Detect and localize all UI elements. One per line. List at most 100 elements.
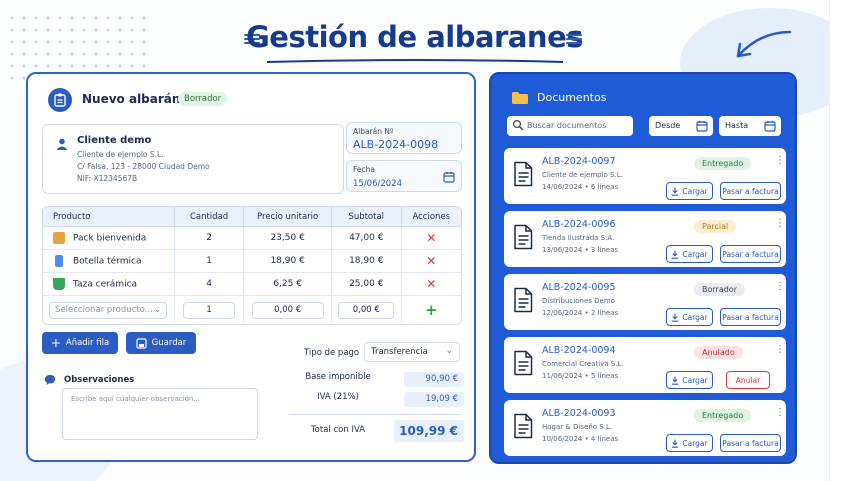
date-from-field[interactable]: Desde (649, 116, 713, 136)
page-scroll-strip (829, 0, 857, 481)
payment-type-select[interactable]: Transferencia ⌄ (364, 342, 460, 362)
load-label: Cargar (682, 375, 708, 385)
add-row-icon[interactable]: + (425, 301, 438, 319)
table-row: Botella térmica 1 18,90 € 18,90 € ✕ (43, 250, 461, 273)
document-client: Comercial Creativa S.L. (542, 360, 624, 368)
albaran-number-label: Albarán Nº (353, 127, 394, 136)
document-card[interactable]: ALB-2024-0095 Distribuciones Demo 12/06/20… (504, 274, 786, 330)
action-label: Anular (735, 375, 761, 385)
client-name: Cliente demo (77, 135, 152, 146)
quantity-input[interactable]: 1 (183, 301, 236, 319)
client-company: Cliente de ejemplo S.L. (77, 150, 164, 159)
delete-row-icon[interactable]: ✕ (426, 277, 436, 291)
document-card[interactable]: ALB-2024-0097 Cliente de ejemplo S.L. 14/0… (504, 148, 786, 204)
page-title: Gestión de albaranes (245, 20, 584, 54)
action-label: Pasar a factura (722, 438, 779, 448)
plus-icon: + (50, 336, 61, 350)
status-badge: Borrador (694, 283, 745, 296)
download-icon (672, 250, 679, 259)
new-albaran-card: Nuevo albarán Borrador Cliente demo Clie… (26, 72, 476, 462)
albaran-number-field[interactable]: Albarán Nº ALB-2024-0098 (346, 122, 462, 154)
subtotal-cell: 25,00 € (331, 273, 402, 296)
document-icon (514, 413, 533, 439)
table-row: Taza cerámica 4 6,25 € 25,00 € ✕ (43, 273, 461, 296)
invoice-button[interactable]: Pasar a factura (720, 182, 781, 200)
col-header-unit-price: Precio unitario (244, 207, 332, 227)
cancel-button[interactable]: Anular (726, 371, 770, 389)
save-button[interactable]: Guardar (126, 332, 196, 354)
document-card[interactable]: ALB-2024-0096 Tienda Ilustrada S.A. 13/06/… (504, 211, 786, 267)
status-badge: Parcial (694, 220, 737, 233)
base-label: Base imponible (305, 372, 371, 382)
date-value: 15/06/2024 (353, 179, 402, 189)
client-selector[interactable]: Cliente demo Cliente de ejemplo S.L. C/ … (42, 124, 344, 194)
table-row: Pack bienvenida 2 23,50 € 47,00 € ✕ (43, 227, 461, 250)
document-card[interactable]: ALB-2024-0094 Comercial Creativa S.L. 11/0… (504, 337, 786, 393)
status-badge: Entregado (694, 157, 752, 170)
date-to-field[interactable]: Hasta (719, 116, 781, 136)
download-icon (672, 439, 679, 448)
more-options-icon[interactable]: ⋮ (775, 407, 785, 418)
documents-panel: Documentos Buscar documentos Desde Hasta… (489, 72, 797, 464)
items-table: Producto Cantidad Precio unitario Subtot… (42, 206, 462, 325)
invoice-button[interactable]: Pasar a factura (720, 308, 781, 326)
document-meta: 12/06/2024 • 2 líneas (542, 309, 619, 317)
folder-icon (512, 92, 528, 104)
search-input[interactable]: Buscar documentos (507, 116, 633, 136)
delete-row-icon[interactable]: ✕ (426, 231, 436, 245)
subtotal-cell: 47,00 € (331, 227, 402, 250)
status-badge: Borrador (178, 92, 228, 106)
observations-textarea[interactable]: Escribe aquí cualquier observación... (62, 388, 258, 440)
col-header-product: Producto (43, 207, 175, 227)
load-button[interactable]: Cargar (666, 308, 713, 326)
date-to-label: Hasta (725, 121, 749, 130)
price-input[interactable]: 0,00 € (251, 301, 324, 319)
table-row-new: Seleccionar producto... ⌄ 1 0,00 € 0,00 €… (43, 296, 461, 324)
add-row-button[interactable]: + Añadir fila (42, 332, 118, 354)
more-options-icon[interactable]: ⋮ (775, 218, 785, 229)
load-button[interactable]: Cargar (666, 245, 713, 263)
title-decoration-right (566, 34, 582, 44)
load-button[interactable]: Cargar (666, 434, 713, 452)
product-select[interactable]: Seleccionar producto... ⌄ (49, 301, 167, 319)
date-field[interactable]: Fecha 15/06/2024 (346, 160, 462, 192)
document-number: ALB-2024-0095 (542, 282, 616, 293)
load-button[interactable]: Cargar (666, 371, 713, 389)
mug-icon (53, 278, 65, 290)
document-meta: 13/06/2024 • 3 líneas (542, 246, 619, 254)
document-card[interactable]: ALB-2024-0093 Hogar & Diseño S.L. 10/06/20… (504, 400, 786, 456)
clipboard-icon (48, 88, 72, 112)
document-icon (514, 161, 533, 187)
load-button[interactable]: Cargar (666, 182, 713, 200)
product-name: Botella térmica (73, 256, 142, 267)
invoice-button[interactable]: Pasar a factura (720, 434, 781, 452)
invoice-button[interactable]: Pasar a factura (720, 245, 781, 263)
price-cell: 23,50 € (244, 227, 332, 250)
more-options-icon[interactable]: ⋮ (775, 281, 785, 292)
action-label: Pasar a factura (722, 312, 779, 322)
client-address: C/ Falsa, 123 - 28000 Ciudad Demo (77, 162, 210, 171)
delete-row-icon[interactable]: ✕ (426, 254, 436, 268)
calendar-icon[interactable] (443, 171, 455, 183)
more-options-icon[interactable]: ⋮ (775, 155, 785, 166)
load-label: Cargar (682, 438, 708, 448)
document-client: Distribuciones Demo (542, 297, 615, 305)
client-nif: NIF: X1234567B (77, 174, 138, 183)
more-options-icon[interactable]: ⋮ (775, 344, 785, 355)
base-row: Base imponible 90,90 € (288, 372, 464, 387)
payment-type-label: Tipo de pago (304, 348, 360, 358)
search-icon (512, 119, 524, 131)
calendar-icon (696, 121, 708, 132)
payment-type-value: Transferencia (371, 347, 428, 357)
document-icon (514, 350, 533, 376)
iva-row: IVA (21%) 19,09 € (288, 392, 464, 407)
action-label: Pasar a factura (722, 249, 779, 259)
load-label: Cargar (682, 312, 708, 322)
document-number: ALB-2024-0093 (542, 408, 616, 419)
price-cell: 6,25 € (244, 273, 332, 296)
load-label: Cargar (682, 186, 708, 196)
product-name: Pack bienvenida (73, 233, 147, 244)
document-icon (514, 287, 533, 313)
base-value: 90,90 € (404, 372, 464, 387)
date-label: Fecha (353, 165, 375, 174)
